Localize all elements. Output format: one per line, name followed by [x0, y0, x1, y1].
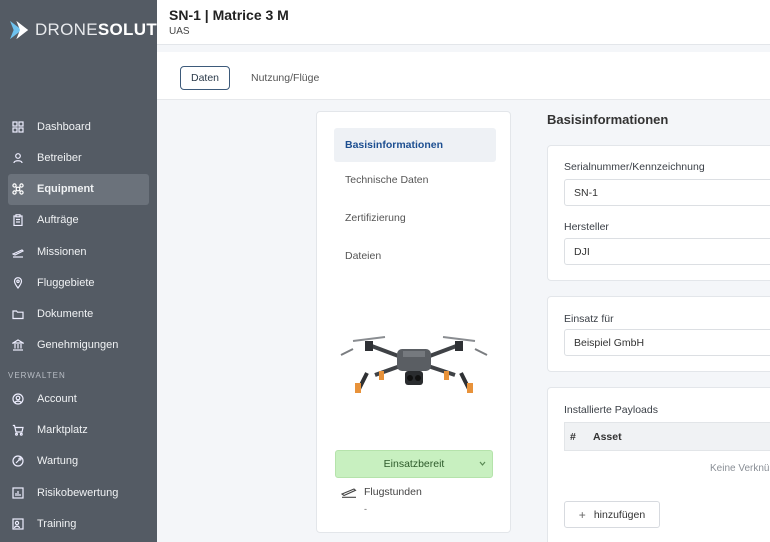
- sidebar-item-genehmigungen[interactable]: Genehmigungen: [0, 330, 157, 361]
- folder-icon: [12, 308, 24, 320]
- logo-icon: [10, 20, 29, 40]
- column-number: #: [570, 430, 576, 443]
- map-pin-icon: [12, 276, 24, 289]
- sidebar-item-missionen[interactable]: Missionen: [0, 236, 157, 267]
- user-icon: [12, 152, 24, 164]
- menu-item-zertifizierung[interactable]: Zertifizierung: [334, 201, 496, 235]
- sidebar-item-fluggebiete[interactable]: Fluggebiete: [0, 267, 157, 298]
- sidebar-item-marktplatz[interactable]: Marktplatz: [0, 414, 157, 445]
- chart-icon: [12, 487, 24, 499]
- status-value: Einsatzbereit: [383, 458, 445, 470]
- tab-daten[interactable]: Daten: [180, 66, 230, 90]
- chevron-down-icon: [479, 461, 486, 466]
- drone-icon: [12, 183, 24, 195]
- plane-takeoff-icon: [341, 488, 357, 498]
- sidebar-item-label: Missionen: [37, 245, 87, 258]
- sidebar: DRONESOLUT Dashboard Betreiber Equipment…: [0, 0, 157, 542]
- tab-nutzung-fluege[interactable]: Nutzung/Flüge: [251, 66, 319, 90]
- menu-item-dateien[interactable]: Dateien: [334, 239, 496, 273]
- sidebar-item-wartung[interactable]: Wartung: [0, 446, 157, 477]
- sidebar-item-label: Genehmigungen: [37, 339, 119, 352]
- sidebar-item-dashboard[interactable]: Dashboard: [0, 111, 157, 142]
- sidebar-item-risikobewertung[interactable]: Risikobewertung: [0, 477, 157, 508]
- payloads-label: Installierte Payloads: [564, 404, 658, 416]
- sidebar-section-verwalten: VERWALTEN: [8, 370, 66, 380]
- serial-label: Serialnummer/Kennzeichnung: [564, 161, 705, 173]
- equipment-nav-card: Basisinformationen Technische Daten Zert…: [316, 111, 511, 533]
- sidebar-item-label: Equipment: [37, 183, 94, 196]
- flight-hours-label: Flugstunden: [364, 486, 422, 498]
- sidebar-item-equipment[interactable]: Equipment: [8, 173, 149, 205]
- deployment-field[interactable]: Beispiel GmbH: [564, 329, 770, 356]
- status-select[interactable]: Einsatzbereit: [335, 450, 493, 478]
- dashboard-icon: [12, 121, 24, 133]
- sidebar-item-label: Fluggebiete: [37, 276, 95, 289]
- basis-panel: Serialnummer/Kennzeichnung SN-1 Herstell…: [547, 145, 770, 281]
- sidebar-item-training[interactable]: Training: [0, 508, 157, 539]
- flight-hours-value: -: [364, 504, 367, 514]
- sidebar-item-label: Training: [37, 517, 77, 530]
- manufacturer-label: Hersteller: [564, 221, 609, 233]
- sidebar-item-label: Account: [37, 392, 77, 405]
- wrench-icon: [12, 455, 24, 467]
- drone-image: [340, 336, 488, 393]
- manufacturer-field[interactable]: DJI: [564, 238, 770, 265]
- serial-field[interactable]: SN-1: [564, 179, 770, 206]
- sidebar-item-betreiber[interactable]: Betreiber: [0, 142, 157, 173]
- deployment-label: Einsatz für: [564, 313, 614, 325]
- bank-icon: [12, 339, 24, 352]
- plane-takeoff-icon: [12, 246, 24, 258]
- sidebar-item-label: Wartung: [37, 455, 79, 468]
- sidebar-nav: Dashboard Betreiber Equipment Aufträge M…: [0, 111, 157, 540]
- payloads-table-header: # Asset: [564, 422, 770, 451]
- flight-hours: Flugstunden: [341, 486, 422, 498]
- clipboard-icon: [12, 214, 24, 227]
- column-asset: Asset: [593, 430, 622, 443]
- plus-icon: +: [578, 507, 586, 522]
- menu-item-basisinformationen[interactable]: Basisinformationen: [334, 128, 496, 162]
- tabs-bar: Daten Nutzung/Flüge: [157, 52, 770, 100]
- sidebar-item-label: Marktplatz: [37, 424, 88, 437]
- sidebar-item-account[interactable]: Account: [0, 383, 157, 414]
- deployment-panel: Einsatz für Beispiel GmbH: [547, 296, 770, 372]
- training-icon: [12, 518, 24, 530]
- sidebar-item-label: Risikobewertung: [37, 486, 119, 499]
- sidebar-item-label: Betreiber: [37, 151, 82, 164]
- sidebar-item-label: Dashboard: [37, 120, 91, 133]
- payloads-panel: Installierte Payloads # Asset Keine Verk…: [547, 387, 770, 542]
- section-title: Basisinformationen: [547, 112, 669, 127]
- brand-logo[interactable]: DRONESOLUT: [0, 0, 157, 60]
- brand-text-light: DRONE: [34, 20, 98, 39]
- add-payload-button[interactable]: + hinzufügen: [564, 501, 660, 528]
- account-icon: [12, 393, 24, 405]
- sidebar-item-auftraege[interactable]: Aufträge: [0, 205, 157, 236]
- page-subtitle: UAS: [169, 26, 190, 37]
- sidebar-item-label: Dokumente: [37, 308, 94, 321]
- brand-text-bold: SOLUT: [97, 20, 157, 39]
- payloads-empty-text: Keine Verknü: [710, 463, 770, 474]
- sidebar-item-label: Aufträge: [37, 214, 79, 227]
- menu-item-technische-daten[interactable]: Technische Daten: [334, 163, 496, 197]
- cart-icon: [12, 424, 24, 436]
- page-header: SN-1 | Matrice 3 M UAS: [157, 0, 770, 45]
- add-button-label: hinzufügen: [593, 508, 646, 521]
- page-title: SN-1 | Matrice 3 M: [169, 7, 289, 23]
- sidebar-item-dokumente[interactable]: Dokumente: [0, 298, 157, 329]
